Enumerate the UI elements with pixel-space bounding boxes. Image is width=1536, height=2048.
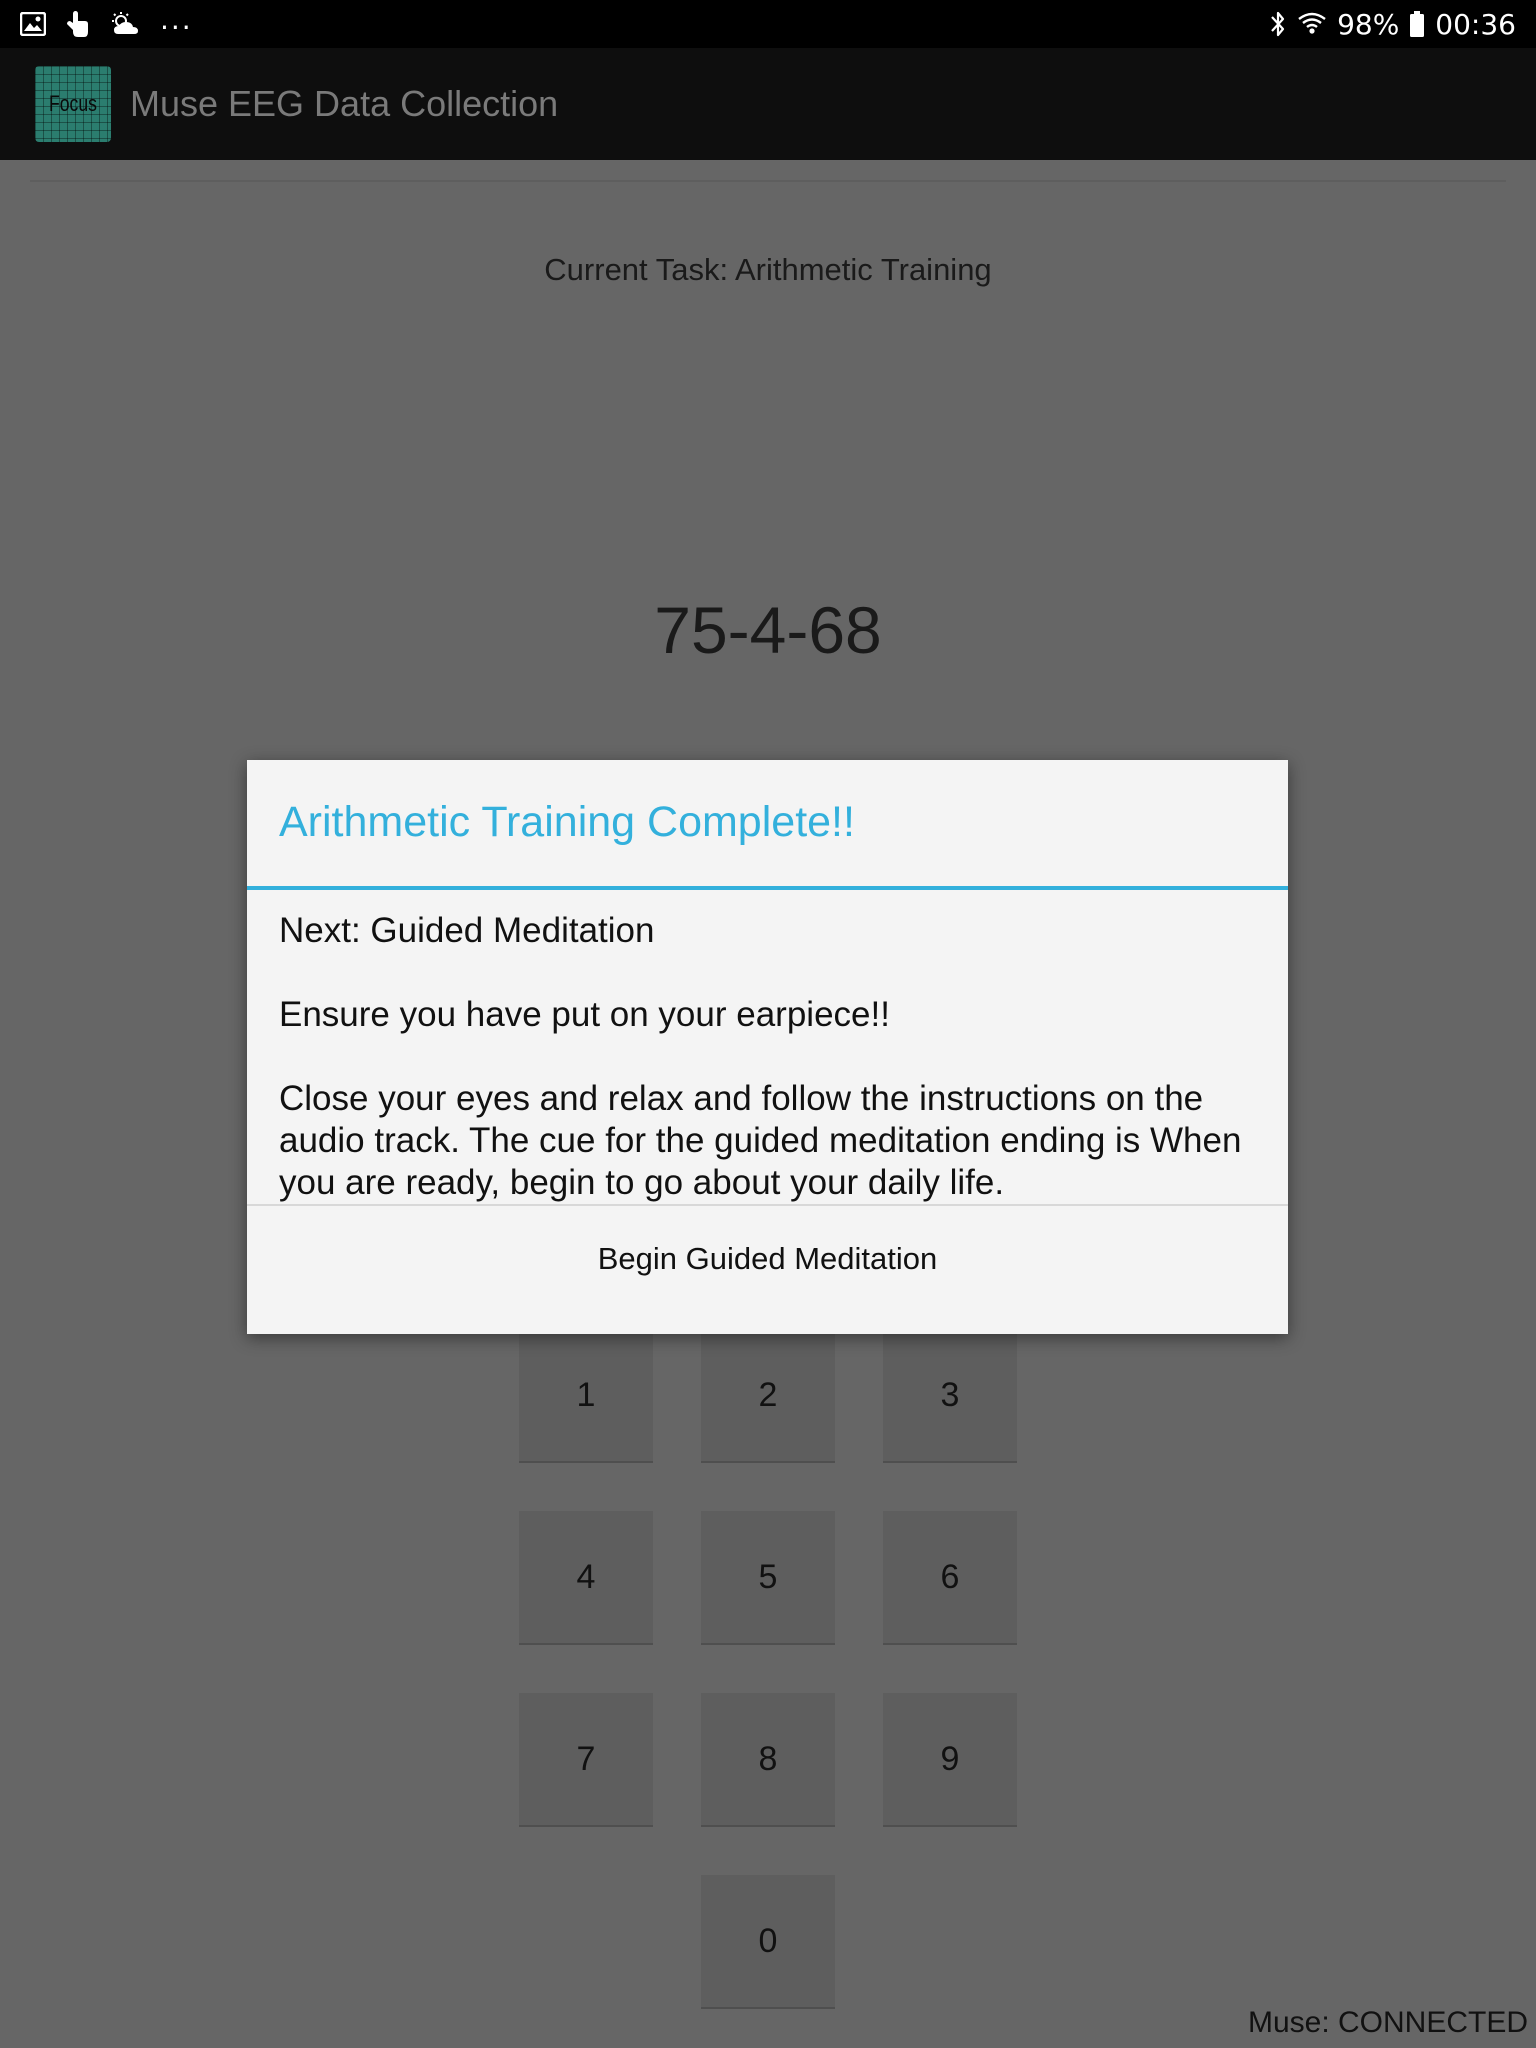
keypad-key-1[interactable]: 1 xyxy=(519,1329,653,1463)
status-notifications: ... xyxy=(20,3,193,38)
arithmetic-problem: 75-4-68 xyxy=(654,593,882,667)
app-bar: Focus Muse EEG Data Collection xyxy=(0,48,1536,160)
keypad-key-4[interactable]: 4 xyxy=(519,1511,653,1645)
keypad-key-2[interactable]: 2 xyxy=(701,1329,835,1463)
content-divider xyxy=(30,180,1506,182)
wifi-icon xyxy=(1297,11,1327,37)
completion-dialog: Arithmetic Training Complete!! Next: Gui… xyxy=(247,760,1288,1334)
dialog-message: Next: Guided Meditation Ensure you have … xyxy=(247,890,1288,1204)
status-system: 98% 00:36 xyxy=(1269,8,1516,41)
keypad-key-5[interactable]: 5 xyxy=(701,1511,835,1645)
keypad-key-0[interactable]: 0 xyxy=(701,1875,835,2009)
keypad-key-9[interactable]: 9 xyxy=(883,1693,1017,1827)
app-logo-icon: Focus xyxy=(35,66,111,142)
status-bar: ... 98% 00:36 xyxy=(0,0,1536,48)
dialog-instructions: Close your eyes and relax and follow the… xyxy=(279,1079,1242,1202)
dialog-title: Arithmetic Training Complete!! xyxy=(247,760,1288,890)
keypad-key-6[interactable]: 6 xyxy=(883,1511,1017,1645)
dialog-earpiece-reminder: Ensure you have put on your earpiece!! xyxy=(279,995,890,1034)
clock: 00:36 xyxy=(1435,7,1516,41)
app-title: Muse EEG Data Collection xyxy=(130,83,559,124)
muse-connection-status: Muse: CONNECTED xyxy=(1247,2006,1528,2039)
begin-guided-meditation-button[interactable]: Begin Guided Meditation xyxy=(247,1204,1288,1312)
weather-icon xyxy=(110,12,140,36)
gallery-icon xyxy=(20,12,46,36)
bluetooth-icon xyxy=(1269,10,1287,38)
keypad-key-3[interactable]: 3 xyxy=(883,1329,1017,1463)
app-logo-text: Focus xyxy=(49,91,97,116)
keypad-key-8[interactable]: 8 xyxy=(701,1693,835,1827)
current-task-label: Current Task: Arithmetic Training xyxy=(544,252,992,287)
more-notifications-indicator: ... xyxy=(160,2,193,36)
keypad-key-7[interactable]: 7 xyxy=(519,1693,653,1827)
dialog-next-task: Next: Guided Meditation xyxy=(279,911,655,950)
battery-icon xyxy=(1409,10,1425,38)
battery-percent: 98% xyxy=(1337,7,1400,41)
touch-icon xyxy=(66,10,90,38)
